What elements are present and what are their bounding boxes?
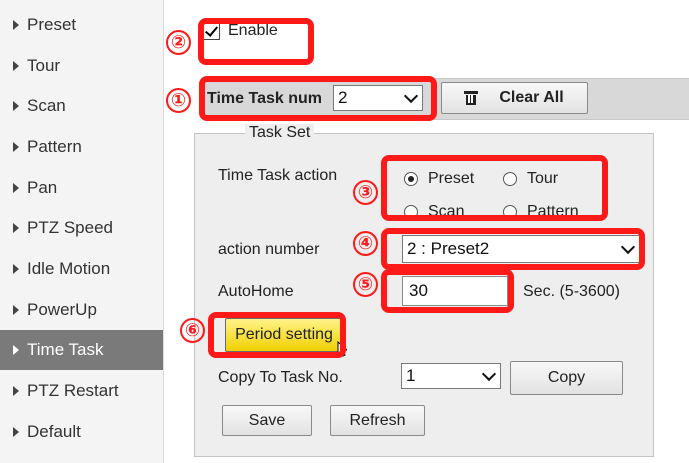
action-number-label: action number	[218, 241, 320, 258]
expand-triangle-icon	[13, 223, 19, 233]
sidebar-item-scan[interactable]: Scan	[0, 86, 163, 126]
main-panel: Enable Time Task num 2 Clear All Task Se…	[163, 0, 689, 463]
step-number-1: ①	[166, 88, 191, 113]
save-button-label: Save	[248, 411, 286, 429]
time-task-action-label: Time Task action	[218, 167, 338, 184]
clear-all-label: Clear All	[499, 89, 564, 106]
copy-to-task-label: Copy To Task No.	[218, 369, 343, 386]
action-number-select[interactable]: 2 : Preset2	[402, 235, 640, 263]
task-num-bar: Time Task num 2 Clear All	[203, 78, 689, 120]
step-number-6: ⑥	[180, 318, 205, 343]
sidebar-item-default[interactable]: Default	[0, 412, 163, 452]
chevron-down-icon	[620, 239, 636, 255]
expand-triangle-icon	[13, 264, 19, 274]
expand-triangle-icon	[13, 183, 19, 193]
copy-to-task-value: 1	[406, 366, 416, 385]
sidebar-item-label: Tour	[27, 56, 61, 75]
sidebar-item-label: Pattern	[27, 137, 82, 156]
chevron-down-icon	[403, 88, 419, 104]
clear-all-button[interactable]: Clear All	[441, 82, 588, 114]
expand-triangle-icon	[13, 386, 19, 396]
sidebar: Preset Tour Scan Pattern Pan PTZ Speed I…	[0, 0, 164, 463]
sidebar-item-label: Scan	[27, 96, 66, 115]
trash-icon	[464, 91, 479, 105]
period-setting-label: Period setting	[235, 326, 333, 343]
sidebar-item-label: PTZ Speed	[27, 218, 113, 237]
expand-triangle-icon	[13, 427, 19, 437]
radio-label: Tour	[527, 170, 559, 187]
task-num-select[interactable]: 2	[333, 85, 423, 111]
enable-checkbox[interactable]: Enable	[203, 22, 278, 40]
copy-to-task-select[interactable]: 1	[401, 363, 501, 389]
sidebar-item-label: PTZ Restart	[27, 381, 119, 400]
radio-preset[interactable]: Preset	[404, 170, 474, 188]
task-set-legend: Task Set	[245, 124, 315, 142]
task-num-label: Time Task num	[207, 90, 322, 107]
autohome-unit: Sec. (5-3600)	[523, 283, 620, 300]
expand-triangle-icon	[13, 142, 19, 152]
copy-button[interactable]: Copy	[510, 361, 623, 395]
refresh-button-label: Refresh	[349, 411, 406, 429]
sidebar-item-powerup[interactable]: PowerUp	[0, 290, 163, 330]
step-number-2: ②	[166, 30, 191, 55]
checkbox-checked-icon[interactable]	[203, 22, 220, 40]
expand-triangle-icon	[13, 101, 19, 111]
expand-triangle-icon	[13, 305, 19, 315]
step-number-3: ③	[353, 180, 378, 205]
radio-selected-icon[interactable]	[404, 172, 418, 186]
sidebar-item-pattern[interactable]: Pattern	[0, 127, 163, 167]
refresh-button[interactable]: Refresh	[330, 405, 425, 436]
radio-tour[interactable]: Tour	[503, 170, 558, 188]
save-button[interactable]: Save	[222, 405, 312, 436]
radio-label: Pattern	[527, 203, 579, 220]
sidebar-item-time-task[interactable]: Time Task	[0, 330, 163, 370]
mouse-pointer-icon	[337, 341, 347, 357]
period-setting-button[interactable]: Period setting	[225, 318, 343, 352]
expand-triangle-icon	[13, 345, 19, 355]
sidebar-item-label: Time Task	[27, 340, 104, 359]
autohome-label: AutoHome	[218, 283, 294, 300]
action-number-value: 2 : Preset2	[407, 239, 490, 258]
sidebar-item-label: Idle Motion	[27, 259, 111, 278]
radio-pattern[interactable]: Pattern	[503, 203, 579, 221]
sidebar-item-label: Default	[27, 422, 81, 441]
sidebar-item-tour[interactable]: Tour	[0, 46, 163, 86]
autohome-value: 30	[409, 281, 428, 300]
radio-label: Preset	[428, 170, 475, 187]
enable-label: Enable	[228, 22, 278, 39]
expand-triangle-icon	[13, 61, 19, 71]
autohome-input[interactable]: 30	[402, 276, 508, 306]
radio-scan[interactable]: Scan	[404, 203, 464, 221]
sidebar-item-label: Pan	[27, 178, 58, 197]
task-num-value: 2	[338, 88, 348, 107]
sidebar-item-label: Preset	[27, 15, 77, 34]
expand-triangle-icon	[13, 20, 19, 30]
sidebar-item-label: PowerUp	[27, 300, 97, 319]
radio-unselected-icon[interactable]	[503, 205, 517, 219]
step-number-4: ④	[353, 231, 378, 256]
sidebar-item-ptz-restart[interactable]: PTZ Restart	[0, 371, 163, 411]
sidebar-item-ptz-speed[interactable]: PTZ Speed	[0, 208, 163, 248]
radio-unselected-icon[interactable]	[404, 205, 418, 219]
radio-label: Scan	[428, 203, 465, 220]
step-number-5: ⑤	[353, 272, 378, 297]
copy-button-label: Copy	[547, 369, 586, 386]
chevron-down-icon	[481, 366, 497, 382]
task-set-group: Task Set Time Task action Preset Tour Sc…	[194, 124, 654, 457]
sidebar-item-idle-motion[interactable]: Idle Motion	[0, 249, 163, 289]
sidebar-item-preset[interactable]: Preset	[0, 5, 163, 45]
sidebar-item-pan[interactable]: Pan	[0, 168, 163, 208]
radio-unselected-icon[interactable]	[503, 172, 517, 186]
